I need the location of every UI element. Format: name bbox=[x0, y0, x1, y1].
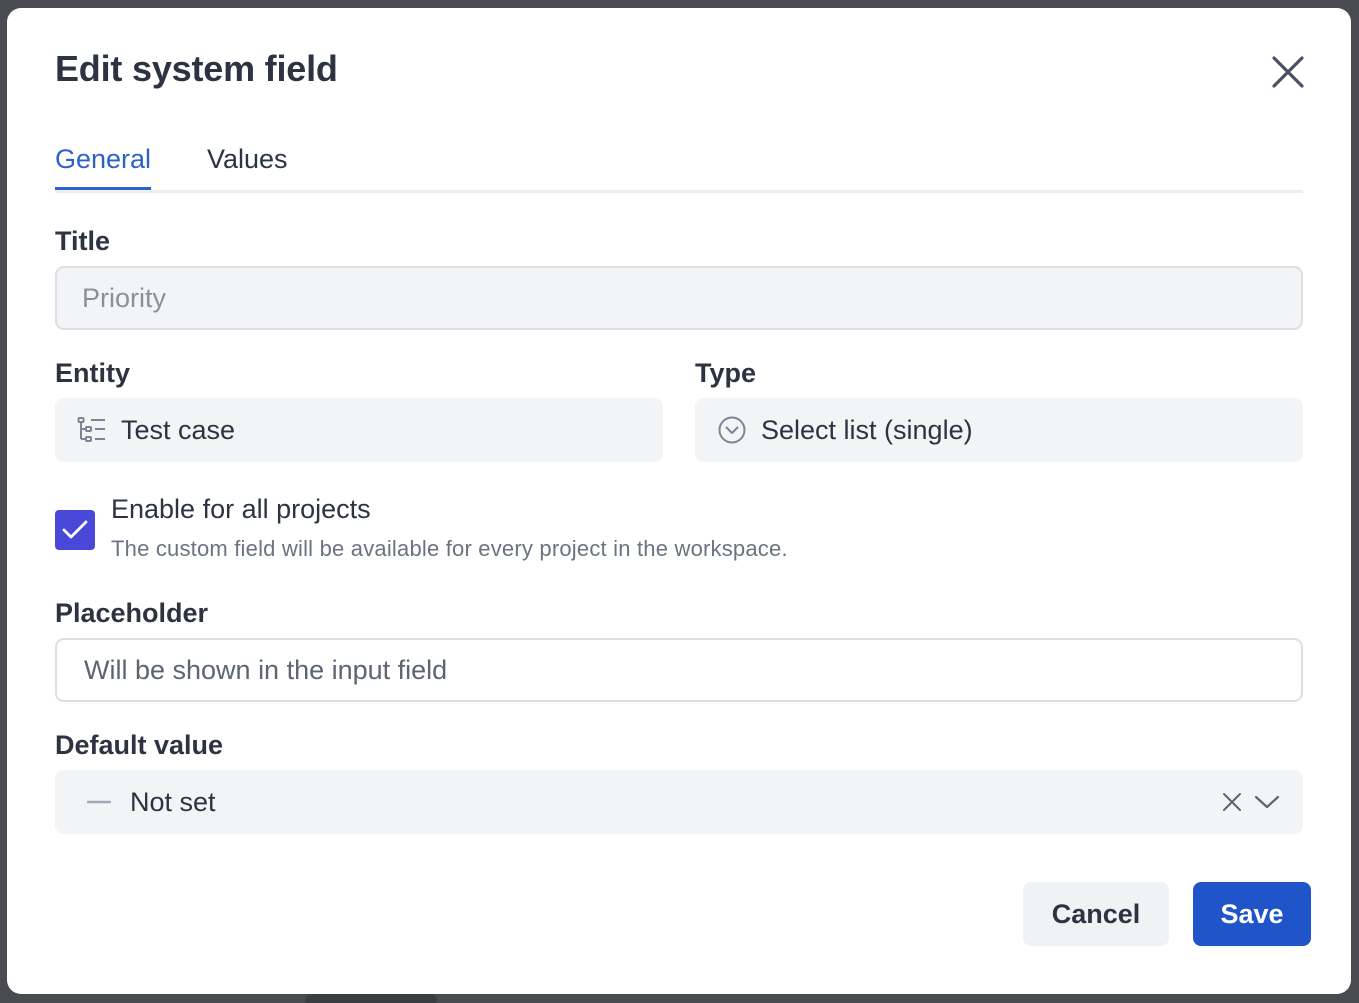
tab-values[interactable]: Values bbox=[207, 144, 288, 187]
enable-all-projects-label[interactable]: Enable for all projects bbox=[111, 494, 371, 525]
close-icon bbox=[1272, 56, 1304, 88]
type-select[interactable]: Select list (single) bbox=[695, 398, 1303, 462]
entity-label: Entity bbox=[55, 358, 131, 388]
default-value-select[interactable]: Not set bbox=[55, 770, 1303, 834]
title-label: Title bbox=[55, 226, 111, 256]
entity-value: Test case bbox=[121, 414, 236, 445]
title-input: Priority bbox=[55, 266, 1303, 330]
clear-icon[interactable] bbox=[1221, 791, 1243, 813]
tree-list-icon bbox=[77, 417, 107, 443]
placeholder-input[interactable] bbox=[82, 653, 1301, 687]
tab-bar: General Values bbox=[55, 138, 1303, 193]
close-button[interactable] bbox=[1263, 48, 1313, 96]
dash-icon bbox=[87, 800, 111, 804]
default-value-label: Default value bbox=[55, 730, 224, 760]
type-label: Type bbox=[695, 358, 757, 388]
default-value: Not set bbox=[130, 786, 216, 817]
title-value: Priority bbox=[82, 282, 167, 313]
edit-field-dialog: Edit system field General Values Title P… bbox=[7, 8, 1351, 994]
tab-general[interactable]: General bbox=[55, 144, 152, 190]
dialog-title: Edit system field bbox=[55, 48, 338, 89]
placeholder-label: Placeholder bbox=[55, 598, 209, 628]
type-value: Select list (single) bbox=[761, 414, 973, 445]
chevron-down-icon[interactable] bbox=[1253, 793, 1281, 811]
cancel-button[interactable]: Cancel bbox=[1023, 882, 1169, 946]
enable-all-projects-checkbox[interactable] bbox=[55, 510, 95, 550]
save-button[interactable]: Save bbox=[1193, 882, 1311, 946]
enable-all-projects-description: The custom field will be available for e… bbox=[111, 536, 788, 561]
check-icon bbox=[62, 520, 88, 539]
entity-select[interactable]: Test case bbox=[55, 398, 663, 462]
backdrop-element bbox=[305, 994, 437, 1003]
circle-chevron-down-icon bbox=[717, 415, 747, 445]
placeholder-field[interactable] bbox=[55, 638, 1303, 702]
